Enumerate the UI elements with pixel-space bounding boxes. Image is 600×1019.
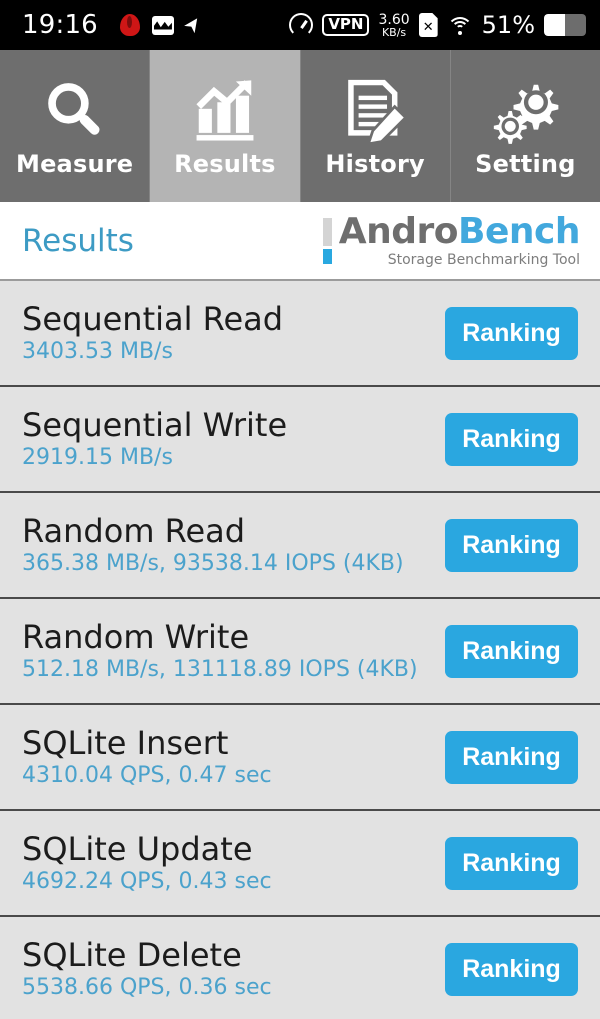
result-title: SQLite Delete — [22, 935, 242, 974]
logo-bench: Bench — [458, 211, 580, 252]
table-row: Sequential Write 2919.15 MB/s Ranking — [0, 387, 600, 493]
logo-bars-icon — [322, 217, 332, 264]
table-row: SQLite Delete 5538.66 QPS, 0.36 sec Rankin… — [0, 917, 600, 1019]
network-speed-value: 3.60 — [378, 11, 410, 28]
result-title: Sequential Read — [22, 299, 284, 338]
page-title: Results — [22, 222, 134, 259]
result-title: Random Write — [22, 617, 250, 656]
table-row: SQLite Insert 4310.04 QPS, 0.47 sec Rankin… — [0, 705, 600, 811]
ranking-button[interactable]: Ranking — [445, 624, 578, 678]
result-value: 5538.66 QPS, 0.36 sec — [22, 975, 272, 1001]
battery-percent-label: 51% — [481, 11, 535, 39]
results-list: Sequential Read 3403.53 MB/s Ranking Sequen… — [0, 281, 600, 1019]
document-pencil-icon — [338, 74, 412, 148]
logo-wordmark: AndroBench — [338, 211, 581, 252]
result-value: 4692.24 QPS, 0.43 sec — [22, 869, 272, 895]
table-row: SQLite Update 4692.24 QPS, 0.43 sec Rankin… — [0, 811, 600, 917]
result-title: Random Read — [22, 511, 246, 550]
result-text: Random Write 512.18 MB/s, 131118.89 IOPS … — [22, 617, 418, 683]
ranking-button[interactable]: Ranking — [445, 942, 578, 996]
page-header: Results AndroBench Storage Benchmarking … — [0, 202, 600, 281]
network-speed-indicator: 3.60 KB/s — [378, 13, 409, 38]
result-value: 365.38 MB/s, 93538.14 IOPS (4KB) — [22, 551, 404, 577]
result-text: SQLite Update 4692.24 QPS, 0.43 sec — [22, 829, 272, 895]
status-bar-system-icons: VPN 3.60 KB/s 51% — [289, 11, 586, 39]
result-text: SQLite Delete 5538.66 QPS, 0.36 sec — [22, 935, 272, 1001]
result-value: 2919.15 MB/s — [22, 445, 173, 471]
result-value: 4310.04 QPS, 0.47 sec — [22, 763, 272, 789]
tab-setting-label: Setting — [475, 150, 576, 178]
result-title: SQLite Insert — [22, 723, 229, 762]
result-text: Sequential Read 3403.53 MB/s — [22, 299, 284, 365]
gears-icon — [488, 74, 562, 148]
status-bar-clock: 19:16 — [22, 10, 98, 40]
speedometer-icon — [289, 13, 314, 37]
result-text: Sequential Write 2919.15 MB/s — [22, 405, 288, 471]
result-text: SQLite Insert 4310.04 QPS, 0.47 sec — [22, 723, 272, 789]
result-text: Random Read 365.38 MB/s, 93538.14 IOPS (4… — [22, 511, 404, 577]
logo-andro: Andro — [338, 211, 459, 252]
logo-text: AndroBench Storage Benchmarking Tool — [338, 211, 581, 268]
network-speed-unit: KB/s — [381, 25, 407, 39]
tab-bar: Measure Results History Setting — [0, 50, 600, 202]
tab-measure[interactable]: Measure — [0, 50, 151, 202]
result-value: 3403.53 MB/s — [22, 339, 173, 365]
status-bar: 19:16 VPN 3.60 KB/s 51% — [0, 0, 600, 50]
ranking-button[interactable]: Ranking — [445, 836, 578, 890]
tab-setting[interactable]: Setting — [450, 50, 600, 202]
ranking-button[interactable]: Ranking — [445, 518, 578, 572]
ranking-button[interactable]: Ranking — [445, 730, 578, 784]
result-value: 512.18 MB/s, 131118.89 IOPS (4KB) — [22, 657, 418, 683]
image-icon — [151, 15, 174, 35]
battery-icon — [544, 14, 586, 36]
androbench-logo: AndroBench Storage Benchmarking Tool — [322, 211, 581, 268]
tab-measure-label: Measure — [16, 150, 134, 178]
flame-icon — [119, 14, 140, 36]
bar-chart-arrow-icon — [188, 74, 262, 148]
table-row: Random Read 365.38 MB/s, 93538.14 IOPS (4… — [0, 493, 600, 599]
vpn-icon: VPN — [322, 14, 370, 36]
status-bar-notification-icons — [119, 14, 186, 36]
tab-history[interactable]: History — [300, 50, 451, 202]
magnifier-icon — [38, 74, 112, 148]
result-title: SQLite Update — [22, 829, 253, 868]
sim-card-off-icon — [418, 13, 438, 37]
table-row: Sequential Read 3403.53 MB/s Ranking — [0, 281, 600, 387]
app-screen: 19:16 VPN 3.60 KB/s 51% Meas — [0, 0, 600, 1019]
result-title: Sequential Write — [22, 405, 288, 444]
ranking-button[interactable]: Ranking — [445, 306, 578, 360]
tab-history-label: History — [325, 150, 425, 178]
ranking-button[interactable]: Ranking — [445, 412, 578, 466]
wifi-icon — [446, 15, 473, 35]
tab-results-label: Results — [174, 150, 276, 178]
tab-results[interactable]: Results — [150, 50, 301, 202]
table-row: Random Write 512.18 MB/s, 131118.89 IOPS … — [0, 599, 600, 705]
logo-subtitle: Storage Benchmarking Tool — [387, 252, 580, 268]
